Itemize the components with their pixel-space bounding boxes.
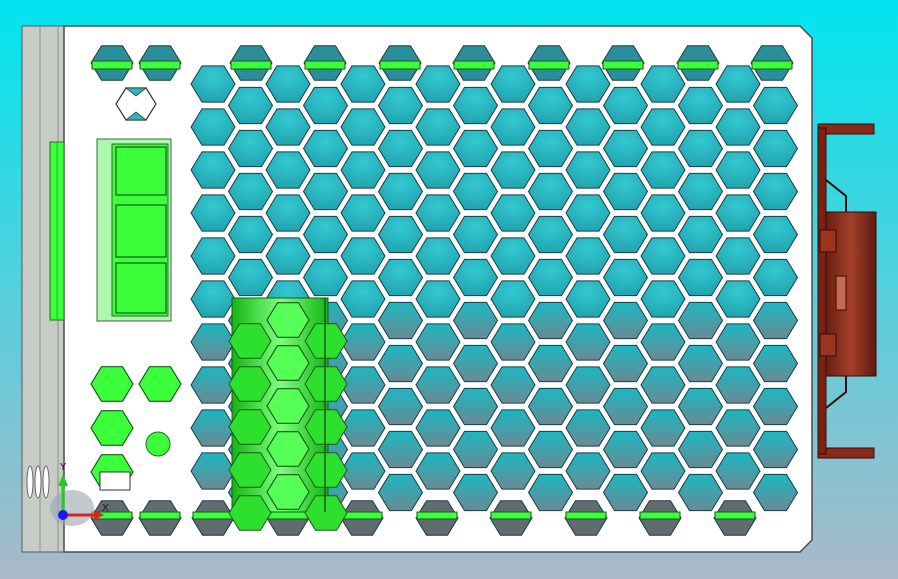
top-hex-lip	[677, 60, 719, 70]
rail-vent-slots	[26, 465, 50, 499]
bottom-hex-lip	[416, 511, 458, 520]
top-hex-lip	[91, 60, 133, 70]
top-hex-lip	[453, 60, 495, 70]
bottom-hex-lip	[490, 511, 532, 520]
perforated-cover-plate[interactable]	[63, 25, 813, 553]
triad-x-label: X	[102, 503, 109, 514]
terminal-block[interactable]	[96, 138, 172, 322]
top-hex-lip	[751, 60, 793, 70]
rail-clip[interactable]	[49, 141, 65, 321]
indicator-circle[interactable]	[145, 431, 171, 457]
top-hex-lip	[379, 60, 421, 70]
top-hex-lip	[602, 60, 644, 70]
cad-viewport[interactable]: Y X	[0, 0, 898, 579]
bottom-hex-lip	[341, 511, 383, 520]
bottom-hex-lip	[267, 511, 309, 520]
bottom-hex-lip	[714, 511, 756, 520]
bottom-hex-lip	[192, 511, 234, 520]
top-hex-lip	[528, 60, 570, 70]
top-hex-lip	[139, 60, 181, 70]
top-hex-lip	[304, 60, 346, 70]
indicator-window	[99, 471, 131, 491]
cad-model-view[interactable]: Y X	[0, 0, 898, 579]
bottom-hex-lip	[139, 511, 181, 520]
top-hex-lip	[230, 60, 272, 70]
bottom-hex-lip	[639, 511, 681, 520]
triad-y-label: Y	[59, 462, 67, 473]
highlighted-component[interactable]	[228, 297, 348, 531]
bottom-hex-lip	[565, 511, 607, 520]
